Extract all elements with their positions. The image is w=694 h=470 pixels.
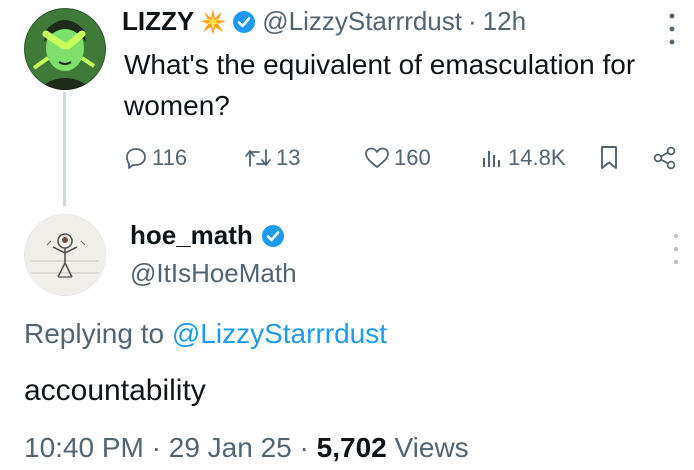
analytics-icon — [483, 151, 500, 167]
reply-count: 116 — [152, 145, 188, 170]
more-vertical-icon — [673, 233, 679, 265]
views-label: Views — [394, 432, 469, 463]
verified-badge-icon — [261, 224, 285, 248]
timestamp-date[interactable]: 29 Jan 25 — [169, 432, 292, 463]
timestamp-time[interactable]: 10:40 PM — [24, 432, 144, 463]
more-vertical-icon — [669, 13, 675, 45]
thread-connector-line — [63, 92, 66, 206]
like-button[interactable]: 160 — [364, 145, 431, 171]
handle[interactable]: @LizzyStarrrdust — [262, 6, 462, 37]
display-name[interactable]: hoe_math — [130, 220, 253, 251]
spark-burst-emoji — [200, 8, 227, 35]
tweet-header: LIZZY @LizzyStarrrdust · 12h — [122, 6, 526, 37]
avatar-image — [24, 8, 106, 90]
timestamp-relative[interactable]: 12h — [483, 6, 526, 37]
handle[interactable]: @ItIsHoeMath — [130, 258, 297, 289]
heart-icon — [365, 147, 389, 168]
repost-button[interactable]: 13 — [244, 145, 300, 171]
like-count: 160 — [394, 145, 431, 170]
repost-icon — [245, 149, 271, 167]
display-name[interactable]: LIZZY — [122, 6, 194, 37]
bookmark-button[interactable] — [598, 145, 620, 176]
share-button[interactable] — [652, 145, 678, 176]
tweet-text: What's the equivalent of emasculation fo… — [124, 49, 636, 121]
avatar-image — [25, 215, 105, 295]
reply-button[interactable]: 116 — [124, 145, 187, 171]
views-button[interactable]: 14.8K — [480, 145, 566, 171]
separator-dot: · — [151, 432, 161, 463]
more-options-button[interactable] — [668, 12, 676, 51]
reply-icon — [126, 148, 146, 169]
view-count: 14.8K — [508, 145, 566, 170]
separator-dot: · — [299, 432, 309, 463]
reply-header-name-row: hoe_math — [130, 220, 285, 251]
bookmark-icon — [601, 146, 617, 169]
more-options-button[interactable] — [672, 232, 680, 271]
replying-to: Replying to @LizzyStarrrdust — [24, 318, 387, 350]
views-count: 5,702 — [316, 432, 387, 463]
reply-text: accountability — [24, 374, 206, 407]
avatar-hoe-math[interactable] — [24, 214, 106, 296]
share-icon — [653, 146, 676, 170]
tweet-metadata: 10:40 PM · 29 Jan 25 · 5,702 Views — [24, 432, 469, 464]
replying-to-handle-link[interactable]: @LizzyStarrrdust — [172, 318, 387, 349]
avatar-lizzy[interactable] — [24, 8, 106, 90]
verified-badge-icon — [232, 10, 256, 34]
replying-to-prefix: Replying to — [24, 318, 165, 349]
repost-count: 13 — [276, 145, 301, 170]
separator-dot: · — [468, 6, 477, 36]
